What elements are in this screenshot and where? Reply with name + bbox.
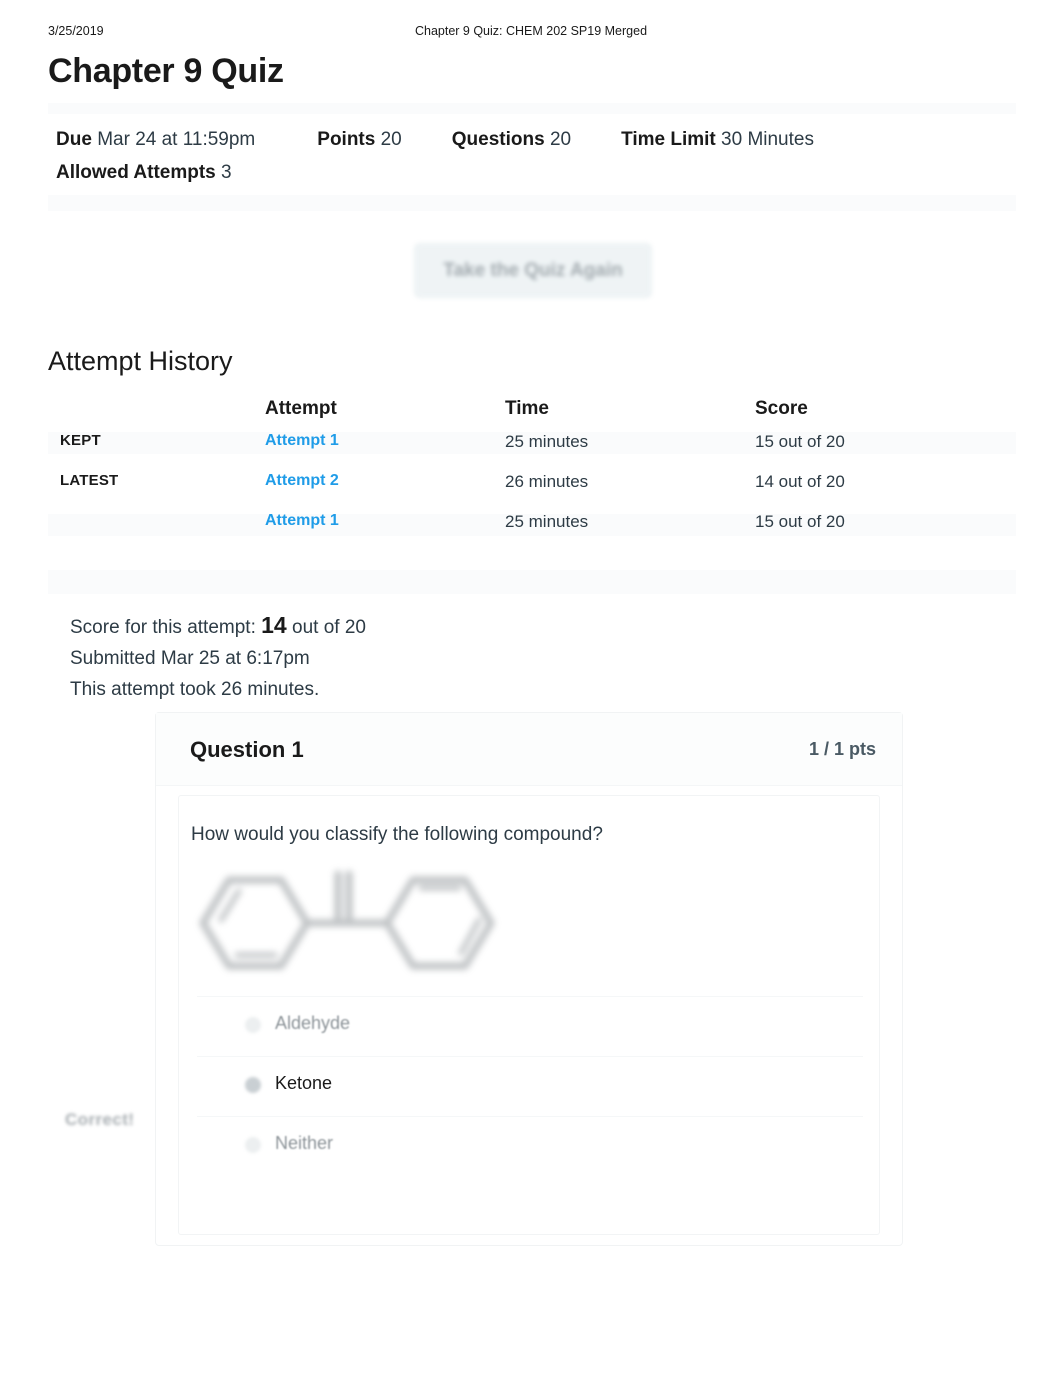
question-container: Question 1 1 / 1 pts How would you class… [155, 712, 903, 1246]
meta-band-top-divider [48, 103, 1016, 114]
meta-band-bottom-divider [48, 195, 1016, 211]
attempt-time-1: 25 minutes [505, 432, 589, 451]
answer-option-ketone[interactable]: Ketone [179, 1056, 881, 1116]
due-item: Due Mar 24 at 11:59pm [56, 129, 255, 151]
table-row: KEPT Attempt 1 25 minutes 15 out of 20 [48, 432, 1016, 472]
score-suffix: out of 20 [292, 617, 366, 638]
answer-separator [197, 996, 863, 997]
table-bottom-shade [48, 570, 1016, 594]
attempt-history-table: Attempt Time Score KEPT Attempt 1 25 min… [48, 398, 1016, 594]
question-header: Question 1 1 / 1 pts [156, 713, 902, 786]
row-status-kept: KEPT [60, 432, 101, 449]
correct-answer-flag: Correct! [65, 1110, 135, 1129]
attempt-link-3[interactable]: Attempt 1 [265, 512, 339, 530]
attempt-score-line: Score for this attempt: 14 out of 20 [70, 610, 366, 643]
attempt-history-heading: Attempt History [48, 346, 233, 376]
benzophenone-structure-image [191, 858, 511, 988]
print-page-title: Chapter 9 Quiz: CHEM 202 SP19 Merged [414, 24, 648, 38]
radio-button-icon[interactable] [245, 1137, 261, 1153]
allowed-attempts-label: Allowed Attempts [56, 162, 216, 183]
attempt-time-2: 26 minutes [505, 472, 589, 491]
score-value: 14 [261, 612, 287, 638]
attempt-time-3: 25 minutes [505, 512, 589, 531]
attempt-summary: Score for this attempt: 14 out of 20 Sub… [70, 610, 366, 705]
table-row: LATEST Attempt 2 26 minutes 14 out of 20 [48, 472, 1016, 512]
answer-label-neither: Neither [275, 1133, 334, 1153]
question-body: How would you classify the following com… [178, 795, 880, 1235]
radio-button-selected-icon[interactable] [245, 1077, 261, 1093]
quiz-meta-row-primary: Due Mar 24 at 11:59pm Points 20 Questions … [56, 129, 814, 151]
print-header: 3/25/2019 Chapter 9 Quiz: CHEM 202 SP19 … [0, 24, 1062, 40]
score-prefix: Score for this attempt: [70, 617, 256, 638]
points-label: Points [317, 129, 376, 150]
answer-option-neither[interactable]: Neither [179, 1116, 881, 1176]
quiz-meta-row-secondary: Allowed Attempts 3 [56, 162, 232, 184]
attempt-score-1: 15 out of 20 [755, 432, 845, 451]
column-header-attempt: Attempt [265, 398, 337, 419]
question-prompt: How would you classify the following com… [191, 824, 603, 845]
time-limit-value: 30 Minutes [721, 129, 814, 150]
table-row: Attempt 1 25 minutes 15 out of 20 [48, 512, 1016, 552]
column-header-score: Score [755, 398, 808, 419]
table-header-row: Attempt Time Score [48, 398, 1016, 432]
allowed-attempts-value: 3 [221, 162, 232, 183]
quiz-meta-band: Due Mar 24 at 11:59pm Points 20 Questions … [48, 103, 1016, 211]
questions-value: 20 [549, 129, 572, 150]
points-value: 20 [380, 129, 402, 150]
allowed-attempts-item: Allowed Attempts 3 [56, 162, 232, 184]
questions-item: Questions 20 [452, 129, 571, 151]
due-value: Mar 24 at 11:59pm [97, 129, 256, 150]
time-limit-label: Time Limit [621, 129, 716, 150]
time-limit-item: Time Limit 30 Minutes [621, 129, 814, 151]
submitted-line: Submitted Mar 25 at 6:17pm [70, 648, 310, 669]
question-points: 1 / 1 pts [808, 739, 876, 759]
retake-quiz-button-wrapper: Take the Quiz Again [414, 243, 652, 298]
questions-label: Questions [451, 129, 545, 150]
answer-separator [197, 1116, 863, 1117]
attempt-score-2: 14 out of 20 [755, 472, 845, 491]
attempt-score-3: 15 out of 20 [755, 512, 845, 531]
answer-label-aldehyde: Aldehyde [275, 1013, 351, 1033]
attempt-link-1[interactable]: Attempt 1 [265, 432, 339, 450]
answer-option-aldehyde[interactable]: Aldehyde [179, 996, 881, 1056]
radio-button-icon[interactable] [245, 1017, 261, 1033]
attempt-link-2[interactable]: Attempt 2 [265, 472, 339, 490]
duration-line: This attempt took 26 minutes. [70, 679, 320, 700]
page-title: Chapter 9 Quiz [48, 52, 284, 90]
take-quiz-again-button[interactable]: Take the Quiz Again [414, 243, 652, 298]
points-item: Points 20 [317, 129, 401, 151]
due-label: Due [56, 129, 92, 150]
question-title: Question 1 [190, 737, 304, 762]
row-status-latest: LATEST [60, 472, 119, 489]
answer-label-ketone: Ketone [275, 1073, 333, 1093]
answer-separator [197, 1056, 863, 1057]
column-header-time: Time [505, 398, 550, 419]
